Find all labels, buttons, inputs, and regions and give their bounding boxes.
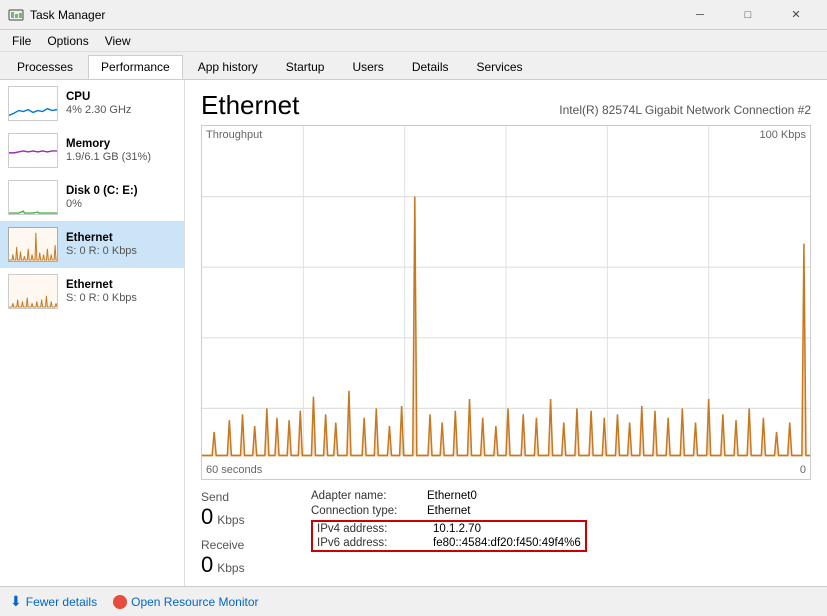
connection-type-val: Ethernet: [427, 505, 470, 517]
ipv4-row: IPv4 address: 10.1.2.70: [317, 523, 581, 535]
ethernet2-sublabel: S: 0 R: 0 Kbps: [66, 292, 176, 304]
ipv4-key: IPv4 address:: [317, 523, 427, 535]
content-title: Ethernet: [201, 90, 299, 121]
window-title: Task Manager: [30, 8, 105, 22]
memory-label: Memory: [66, 138, 176, 150]
tab-services[interactable]: Services: [464, 55, 536, 79]
bottom-bar: ⬇ Fewer details Open Resource Monitor: [0, 586, 827, 616]
content-area: Ethernet Intel(R) 82574L Gigabit Network…: [185, 80, 827, 586]
memory-sublabel: 1.9/6.1 GB (31%): [66, 151, 176, 163]
fewer-details-icon: ⬇: [10, 593, 22, 610]
tab-startup[interactable]: Startup: [273, 55, 338, 79]
tab-app-history[interactable]: App history: [185, 55, 271, 79]
adapter-subtitle: Intel(R) 82574L Gigabit Network Connecti…: [559, 103, 811, 117]
send-receive-stats: Send 0 Kbps Receive 0 Kbps: [201, 490, 291, 578]
title-bar: Task Manager ─ □ ✕: [0, 0, 827, 30]
send-label: Send: [201, 490, 291, 504]
ethernet1-thumbnail: [8, 227, 58, 262]
cpu-thumbnail: [8, 86, 58, 121]
fewer-details-label: Fewer details: [26, 595, 97, 609]
throughput-chart: Throughput 100 Kbps 60 seconds 0: [201, 125, 811, 480]
adapter-details: Adapter name: Ethernet0 Connection type:…: [311, 490, 587, 552]
send-unit: Kbps: [217, 513, 244, 527]
fewer-details-button[interactable]: ⬇ Fewer details: [10, 593, 97, 610]
open-resource-monitor-button[interactable]: Open Resource Monitor: [113, 595, 258, 609]
tab-bar: Processes Performance App history Startu…: [0, 52, 827, 80]
adapter-name-row: Adapter name: Ethernet0: [311, 490, 587, 502]
ethernet1-sublabel: S: 0 R: 0 Kbps: [66, 245, 176, 257]
tab-performance[interactable]: Performance: [88, 55, 183, 79]
cpu-label: CPU: [66, 91, 176, 103]
disk-thumbnail: [8, 180, 58, 215]
tab-processes[interactable]: Processes: [4, 55, 86, 79]
ipv6-key: IPv6 address:: [317, 537, 427, 549]
ipv6-row: IPv6 address: fe80::4584:df20:f450:49f4%…: [317, 537, 581, 549]
sidebar-item-disk[interactable]: Disk 0 (C: E:) 0%: [0, 174, 184, 221]
menu-file[interactable]: File: [4, 32, 39, 50]
ethernet1-label: Ethernet: [66, 232, 176, 244]
ethernet2-label: Ethernet: [66, 279, 176, 291]
connection-type-row: Connection type: Ethernet: [311, 505, 587, 517]
disk-label: Disk 0 (C: E:): [66, 185, 176, 197]
send-value: 0: [201, 504, 213, 530]
memory-thumbnail: [8, 133, 58, 168]
receive-value: 0: [201, 552, 213, 578]
restore-button[interactable]: □: [725, 0, 771, 30]
menu-bar: File Options View: [0, 30, 827, 52]
main-container: CPU 4% 2.30 GHz Memory 1.9/6.1 GB (31%): [0, 80, 827, 586]
menu-options[interactable]: Options: [39, 32, 96, 50]
close-button[interactable]: ✕: [773, 0, 819, 30]
menu-view[interactable]: View: [97, 32, 139, 50]
window-controls: ─ □ ✕: [677, 0, 819, 30]
minimize-button[interactable]: ─: [677, 0, 723, 30]
receive-block: Receive 0 Kbps: [201, 538, 291, 578]
ipv4-val: 10.1.2.70: [433, 523, 481, 535]
send-block: Send 0 Kbps: [201, 490, 291, 530]
app-icon: [8, 7, 24, 23]
sidebar-item-cpu[interactable]: CPU 4% 2.30 GHz: [0, 80, 184, 127]
sidebar: CPU 4% 2.30 GHz Memory 1.9/6.1 GB (31%): [0, 80, 185, 586]
cpu-sublabel: 4% 2.30 GHz: [66, 104, 176, 116]
receive-label: Receive: [201, 538, 291, 552]
chart-svg: [202, 126, 810, 479]
sidebar-item-ethernet2[interactable]: Ethernet S: 0 R: 0 Kbps: [0, 268, 184, 315]
receive-unit: Kbps: [217, 561, 244, 575]
tab-details[interactable]: Details: [399, 55, 462, 79]
tab-users[interactable]: Users: [339, 55, 396, 79]
content-header: Ethernet Intel(R) 82574L Gigabit Network…: [201, 90, 811, 121]
resource-monitor-label: Open Resource Monitor: [131, 595, 258, 609]
sidebar-item-memory[interactable]: Memory 1.9/6.1 GB (31%): [0, 127, 184, 174]
disk-sublabel: 0%: [66, 198, 176, 210]
connection-type-key: Connection type:: [311, 505, 421, 517]
ethernet2-thumbnail: [8, 274, 58, 309]
resource-monitor-icon: [113, 595, 127, 609]
ipv6-val: fe80::4584:df20:f450:49f4%6: [433, 537, 581, 549]
ip-address-highlight-box: IPv4 address: 10.1.2.70 IPv6 address: fe…: [311, 520, 587, 552]
adapter-name-key: Adapter name:: [311, 490, 421, 502]
adapter-name-val: Ethernet0: [427, 490, 477, 502]
sidebar-item-ethernet1[interactable]: Ethernet S: 0 R: 0 Kbps: [0, 221, 184, 268]
